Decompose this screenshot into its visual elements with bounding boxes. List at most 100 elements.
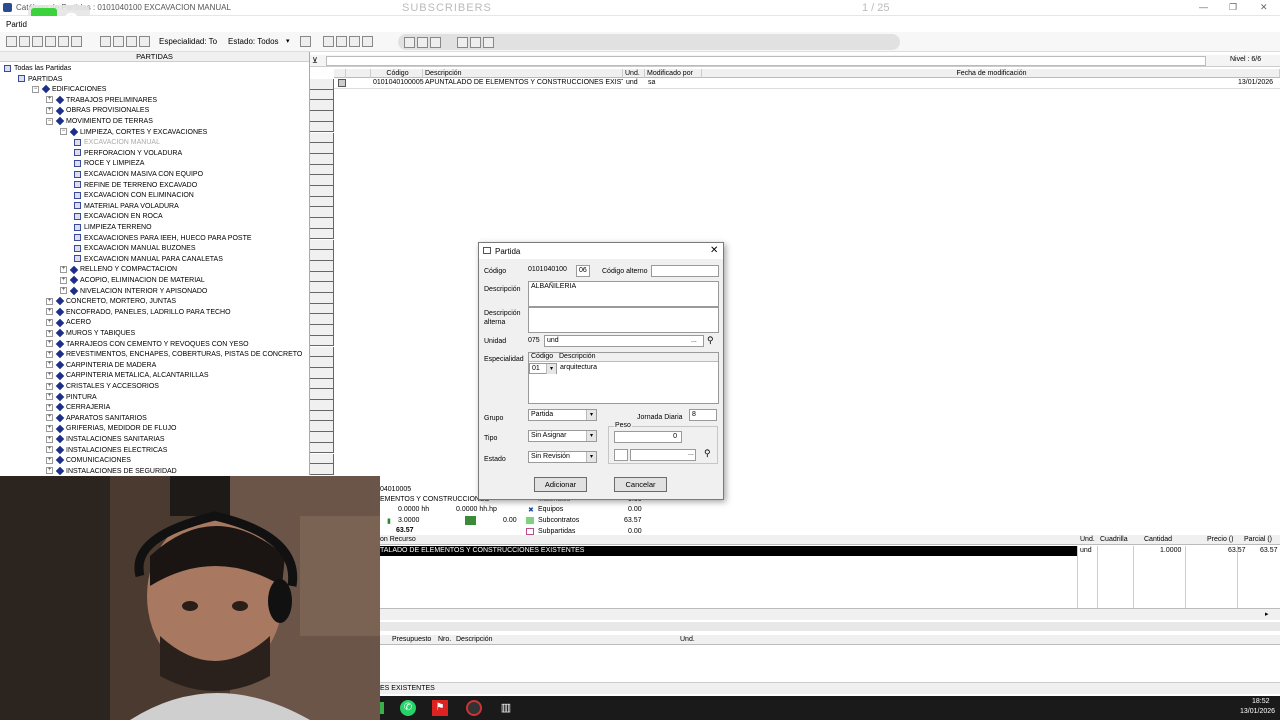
row-header[interactable] — [310, 410, 334, 422]
tree-node[interactable]: + ACOPIO, ELIMINACION DE MATERIAL — [60, 275, 205, 287]
expand-icon[interactable]: + — [60, 276, 67, 284]
row-header[interactable] — [310, 196, 334, 208]
tree-node[interactable]: + PINTURA — [46, 392, 97, 404]
recorder-icon[interactable] — [466, 700, 482, 716]
sort-desc-icon[interactable] — [362, 36, 373, 47]
expand-icon[interactable]: + — [60, 287, 67, 295]
expand-icon[interactable]: + — [46, 393, 53, 401]
row-header[interactable] — [310, 153, 334, 165]
calc-icon[interactable] — [465, 516, 476, 525]
expand-icon[interactable]: + — [46, 456, 53, 464]
row-header[interactable] — [310, 239, 334, 251]
expand-icon[interactable]: + — [46, 96, 53, 104]
row-header[interactable] — [310, 432, 334, 443]
tree-node[interactable]: Todas las Partidas — [4, 64, 71, 75]
adicionar-button[interactable]: Adicionar — [534, 477, 587, 492]
tree-node[interactable]: + CARPINTERIA METALICA, ALCANTARILLAS — [46, 371, 209, 382]
expand-icon[interactable]: + — [46, 403, 53, 411]
row-header[interactable] — [310, 453, 334, 465]
tree-node[interactable]: PARTIDAS — [18, 75, 62, 86]
peso-ellipsis-button[interactable]: ... — [688, 450, 694, 457]
binoculars-icon[interactable]: ⚲ — [707, 335, 714, 346]
tree-node[interactable]: + NIVELACION INTERIOR Y APISONADO — [60, 286, 207, 298]
row-header[interactable] — [310, 250, 334, 261]
tree-node[interactable]: EXCAVACION CON ELIMINACION — [74, 191, 194, 202]
collapse-icon[interactable]: − — [32, 85, 39, 93]
row-header[interactable] — [310, 89, 334, 101]
row-header[interactable] — [310, 346, 334, 358]
view-icon[interactable] — [45, 36, 56, 47]
grupo-select[interactable]: Partida ▾ — [528, 409, 597, 421]
row-header[interactable] — [310, 143, 334, 154]
row-header[interactable] — [310, 79, 334, 90]
tool-e-icon[interactable] — [470, 37, 481, 48]
row-header[interactable] — [310, 100, 334, 112]
tree-node[interactable]: + CARPINTERIA DE MADERA — [46, 360, 156, 372]
tree-node[interactable]: EXCAVACIONES PARA IEEH, HUECO PARA POSTE — [74, 234, 252, 245]
expand-icon[interactable]: + — [46, 319, 53, 327]
descripcion-field[interactable]: ALBAÑILERIA — [528, 281, 719, 307]
row-header[interactable] — [310, 293, 334, 304]
chevron-down-icon[interactable]: ▾ — [586, 431, 596, 441]
res-col-cantidad[interactable]: Cantidad — [1144, 536, 1172, 543]
chevron-down-icon[interactable]: ▾ — [546, 364, 556, 374]
tree-node[interactable]: − EDIFICACIONES — [32, 85, 106, 96]
row-header[interactable] — [310, 378, 334, 390]
col-descripcion[interactable]: Descripción — [423, 69, 623, 78]
tool-a-icon[interactable] — [404, 37, 415, 48]
tipo-select[interactable]: Sin Asignar ▾ — [528, 430, 597, 442]
recurso-row-selected[interactable]: TALADO DE ELEMENTOS Y CONSTRUCCIONES EXI… — [380, 546, 1077, 556]
taskbar-app-green-icon[interactable] — [380, 702, 384, 714]
restore-icon[interactable]: ❐ — [1229, 2, 1237, 13]
expand-icon[interactable]: + — [46, 329, 53, 337]
expand-icon[interactable]: + — [46, 382, 53, 390]
row-header[interactable] — [310, 421, 334, 433]
tree-node[interactable]: + INSTALACIONES DE SEGURIDAD — [46, 466, 177, 475]
undo-icon[interactable] — [323, 36, 334, 47]
tree-node[interactable]: + CONCRETO, MORTERO, JUNTAS — [46, 297, 176, 308]
estado-select[interactable]: Sin Revisión ▾ — [528, 451, 597, 463]
row-header[interactable] — [310, 132, 334, 144]
expand-icon[interactable]: + — [46, 446, 53, 454]
tree-node[interactable]: EXCAVACION EN ROCA — [74, 212, 163, 223]
tree-node[interactable]: PERFORACION Y VOLADURA — [74, 149, 182, 160]
codigo-suffix-field[interactable]: 06 — [576, 265, 590, 277]
row-header[interactable] — [310, 121, 334, 133]
pdf-icon[interactable]: ⚑ — [432, 700, 448, 716]
res-col-parcial[interactable]: Parcial () — [1244, 536, 1272, 543]
redo-icon[interactable] — [336, 36, 347, 47]
tree-node[interactable]: + TRABAJOS PRELIMINARES — [46, 95, 157, 107]
peso-code-field[interactable] — [614, 449, 628, 461]
dialog-close-icon[interactable]: ✕ — [710, 245, 718, 256]
sort-asc-icon[interactable] — [349, 36, 360, 47]
new-icon[interactable] — [6, 36, 17, 47]
scroll-right-icon[interactable]: ▸ — [1265, 610, 1269, 618]
expand-icon[interactable]: + — [46, 372, 53, 380]
col-codigo[interactable]: Código — [371, 69, 423, 78]
codigo-alterno-field[interactable] — [651, 265, 719, 277]
row-header[interactable] — [310, 400, 334, 411]
esp-codigo-select[interactable]: 01 ▾ — [529, 363, 557, 374]
expand-icon[interactable]: + — [46, 297, 53, 305]
tree-node[interactable]: EXCAVACION MANUAL PARA CANALETAS — [74, 255, 223, 266]
col-und[interactable]: Und. — [623, 69, 645, 78]
collapse-icon[interactable]: − — [60, 128, 67, 136]
chevron-down-icon[interactable]: ▾ — [286, 37, 290, 45]
expand-icon[interactable]: + — [60, 266, 67, 274]
descripcion-alterna-field[interactable] — [528, 307, 719, 333]
row-header[interactable] — [310, 442, 334, 454]
row-header[interactable] — [310, 464, 334, 475]
col-modificado[interactable]: Modificado por — [645, 69, 702, 78]
row-header[interactable] — [310, 367, 334, 379]
expand-icon[interactable]: + — [46, 350, 53, 358]
tree-node[interactable]: + INSTALACIONES ELECTRICAS — [46, 445, 167, 457]
tree-node[interactable]: + REVESTIMENTOS, ENCHAPES, COBERTURAS, PI… — [46, 350, 302, 361]
chevron-down-icon[interactable]: ▾ — [586, 410, 596, 420]
splitter[interactable] — [380, 622, 1280, 631]
paint-icon[interactable] — [71, 36, 82, 47]
filter-input[interactable] — [326, 56, 1206, 66]
expand-icon[interactable]: + — [46, 308, 53, 316]
minimize-icon[interactable]: — — [1199, 2, 1208, 12]
jornada-spinner[interactable]: 8 — [689, 409, 717, 421]
find-icon[interactable] — [100, 36, 111, 47]
